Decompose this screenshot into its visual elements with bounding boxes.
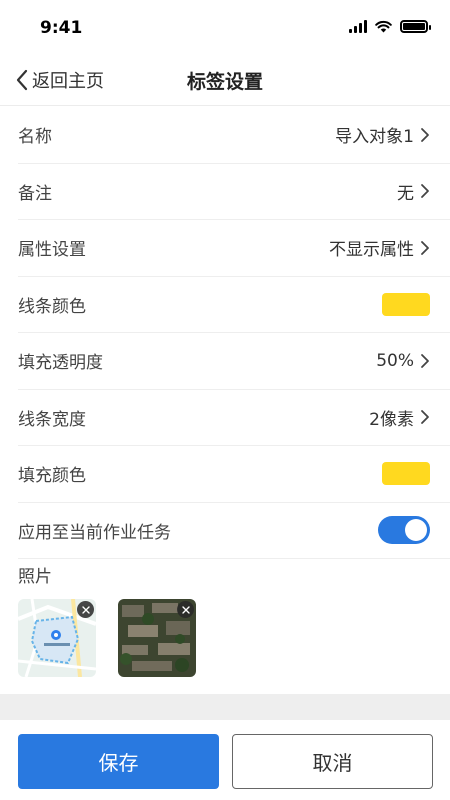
row-fill-opacity[interactable]: 填充透明度 50% xyxy=(18,333,450,390)
back-button[interactable]: 返回主页 xyxy=(16,67,104,93)
photo-section: 照片 xyxy=(18,562,438,677)
back-label: 返回主页 xyxy=(32,71,104,92)
fill-color-swatch[interactable] xyxy=(382,462,430,486)
chevron-right-icon xyxy=(421,127,429,142)
toggle-knob xyxy=(405,519,427,542)
status-time: 9:41 xyxy=(40,18,83,38)
row-label: 备注 xyxy=(18,183,52,204)
close-icon xyxy=(181,605,190,614)
row-apply-to-task: 应用至当前作业任务 xyxy=(18,503,450,559)
chevron-left-icon xyxy=(16,69,28,91)
row-line-color[interactable]: 线条颜色 xyxy=(18,277,450,333)
status-bar: 9:41 xyxy=(0,0,450,54)
row-value: 无 xyxy=(397,183,414,204)
chevron-right-icon xyxy=(421,353,429,368)
row-label: 线条颜色 xyxy=(18,296,86,317)
chevron-right-icon xyxy=(421,410,429,425)
photo-thumbnail-satellite[interactable] xyxy=(118,599,196,677)
nav-bar: 返回主页 标签设置 xyxy=(0,54,450,106)
row-label: 线条宽度 xyxy=(18,409,86,430)
signal-icon xyxy=(349,20,367,33)
row-label: 名称 xyxy=(18,127,52,148)
settings-list: 名称 导入对象1 备注 无 属性设置 不显示属性 线条颜色 填充透明度 50% … xyxy=(0,107,450,559)
photo-thumbnail-map[interactable] xyxy=(18,599,96,677)
photo-list xyxy=(18,599,438,677)
cancel-button[interactable]: 取消 xyxy=(232,734,433,789)
line-color-swatch[interactable] xyxy=(382,292,430,316)
row-name[interactable]: 名称 导入对象1 xyxy=(18,107,450,164)
row-line-width[interactable]: 线条宽度 2像素 xyxy=(18,390,450,446)
save-button[interactable]: 保存 xyxy=(18,734,219,789)
row-value: 2像素 xyxy=(369,409,414,430)
divider-band xyxy=(0,694,450,720)
remove-photo-button[interactable] xyxy=(77,601,94,618)
row-value: 50% xyxy=(376,350,414,371)
row-remark[interactable]: 备注 无 xyxy=(18,164,450,220)
row-value: 导入对象1 xyxy=(335,127,414,148)
row-label: 属性设置 xyxy=(18,240,86,261)
chevron-right-icon xyxy=(421,184,429,199)
remove-photo-button[interactable] xyxy=(177,601,194,618)
apply-toggle[interactable] xyxy=(378,516,430,545)
row-value: 不显示属性 xyxy=(329,240,414,261)
wifi-icon xyxy=(375,20,392,33)
footer: 保存 取消 xyxy=(0,720,450,800)
row-label: 应用至当前作业任务 xyxy=(18,522,171,543)
close-icon xyxy=(81,605,90,614)
row-attribute-settings[interactable]: 属性设置 不显示属性 xyxy=(18,220,450,277)
chevron-right-icon xyxy=(421,240,429,255)
row-label: 填充透明度 xyxy=(18,353,103,374)
row-fill-color[interactable]: 填充颜色 xyxy=(18,446,450,503)
status-icons xyxy=(349,20,431,33)
photo-label: 照片 xyxy=(18,567,52,587)
battery-icon xyxy=(400,20,431,33)
row-label: 填充颜色 xyxy=(18,466,86,487)
